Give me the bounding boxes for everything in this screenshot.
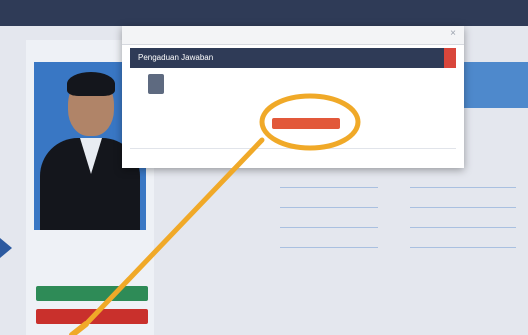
avatar	[148, 74, 164, 94]
list-item[interactable]	[280, 228, 378, 248]
popup-titlebar: ×	[122, 26, 464, 45]
right-info-panel	[464, 62, 528, 108]
list-item[interactable]	[410, 188, 516, 208]
list-item[interactable]	[280, 208, 378, 228]
popup-header-accent	[444, 48, 456, 68]
popup-header-title: Pengaduan Jawaban	[138, 53, 214, 62]
photographed-screen: × Pengaduan Jawaban	[0, 0, 528, 335]
list-item[interactable]	[280, 168, 378, 188]
list-item[interactable]	[410, 228, 516, 248]
close-icon[interactable]: ×	[450, 28, 456, 39]
popup-header: Pengaduan Jawaban	[130, 48, 456, 68]
danger-action-button[interactable]	[36, 309, 148, 324]
popup-message-line	[172, 98, 372, 108]
popup-action-button[interactable]	[272, 118, 340, 129]
links-column-right	[410, 168, 516, 248]
notification-popup: × Pengaduan Jawaban	[122, 26, 464, 168]
side-nav-arrow-icon[interactable]	[0, 238, 12, 258]
photo-hair	[67, 72, 115, 96]
primary-action-button[interactable]	[36, 286, 148, 301]
list-item[interactable]	[410, 168, 516, 188]
table-header	[160, 318, 528, 335]
popup-divider	[130, 148, 456, 149]
top-navigation-bar	[0, 0, 528, 26]
links-column-middle	[280, 168, 378, 248]
popup-message-line	[172, 84, 372, 94]
popup-message-line	[172, 72, 402, 82]
list-item[interactable]	[280, 188, 378, 208]
list-item[interactable]	[410, 208, 516, 228]
profile-name	[34, 236, 146, 246]
